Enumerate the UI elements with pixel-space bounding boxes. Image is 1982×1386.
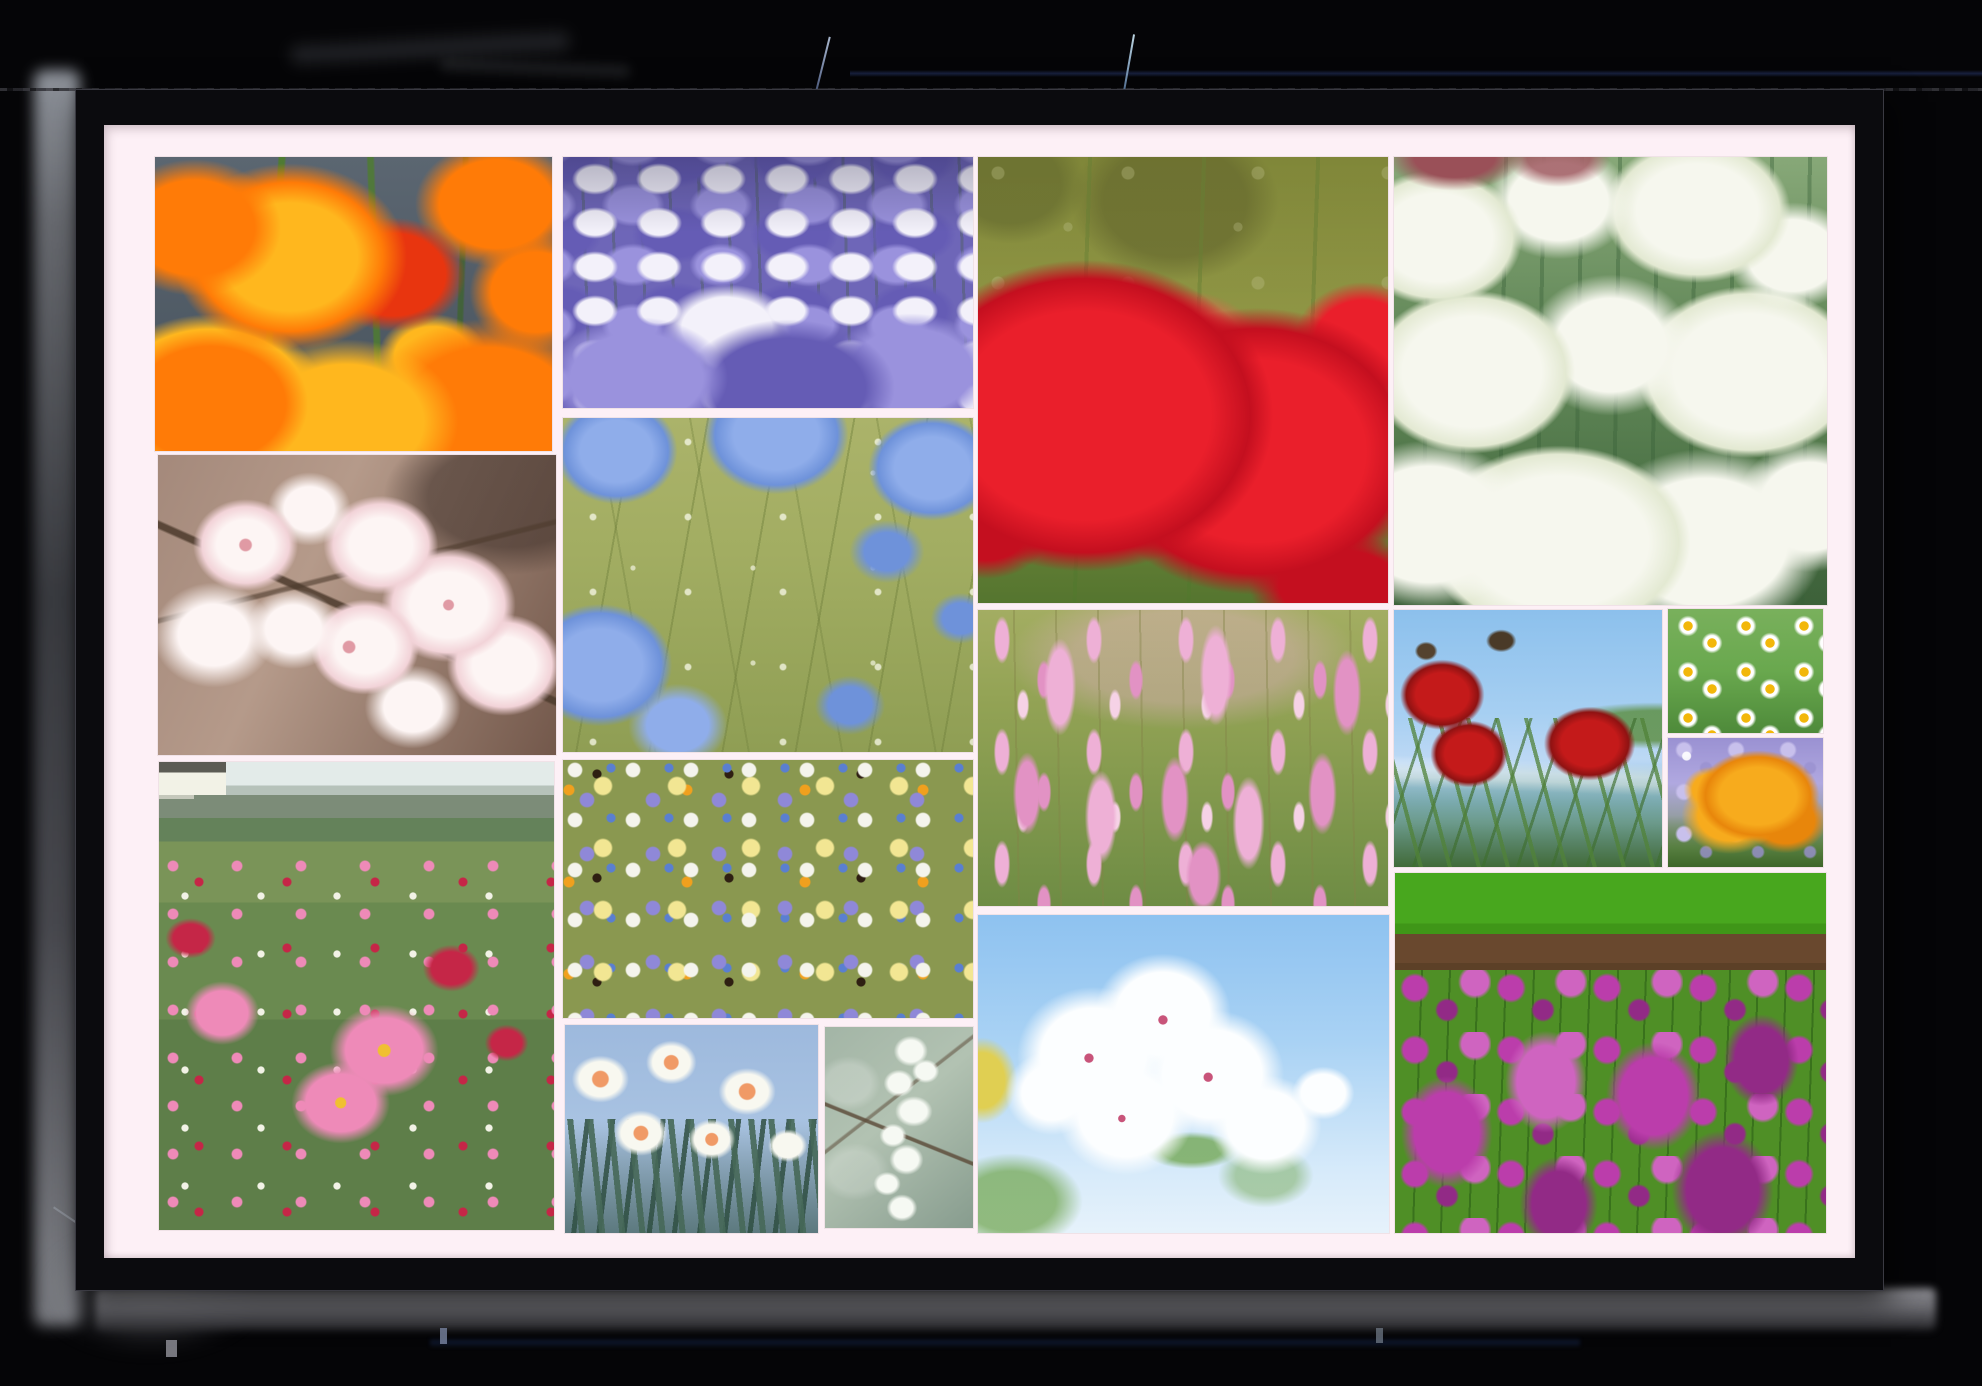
smudge-artifact bbox=[440, 59, 630, 78]
photo-red-anemones bbox=[1394, 610, 1662, 867]
photo-blossom-branch bbox=[825, 1027, 973, 1228]
photo-daisies bbox=[1668, 609, 1823, 733]
tick-artifact bbox=[440, 1328, 447, 1344]
photo-orange-tulips bbox=[155, 157, 552, 451]
photo-cosmos-field bbox=[159, 762, 554, 1230]
photo-orange-crocus bbox=[1668, 738, 1823, 867]
photo-mixed-flowers bbox=[563, 760, 973, 1018]
photo-daffodils bbox=[565, 1025, 818, 1233]
wall-shadow-left bbox=[34, 70, 80, 1326]
tick-artifact bbox=[1376, 1328, 1383, 1343]
photo-red-tulips bbox=[978, 157, 1388, 603]
hairline-artifact bbox=[1123, 34, 1135, 91]
photo-white-tulips bbox=[1394, 157, 1827, 605]
smudge-artifact bbox=[290, 31, 571, 66]
photo-blue-flax bbox=[563, 418, 973, 752]
photo-crocus-field bbox=[563, 157, 973, 408]
photo-pink-bistort bbox=[978, 610, 1388, 906]
wall-shadow-bottom bbox=[96, 1288, 1936, 1330]
blue-streak-top bbox=[850, 70, 1982, 77]
photo-plum-blossom bbox=[158, 455, 556, 755]
hairline-artifact bbox=[815, 37, 830, 92]
photo-of-framed-collage bbox=[0, 0, 1982, 1386]
photo-purple-poppies bbox=[1395, 873, 1826, 1233]
blue-streak-bottom bbox=[430, 1338, 1580, 1347]
photo-pear-blossom bbox=[978, 915, 1389, 1233]
tick-artifact bbox=[166, 1340, 177, 1357]
